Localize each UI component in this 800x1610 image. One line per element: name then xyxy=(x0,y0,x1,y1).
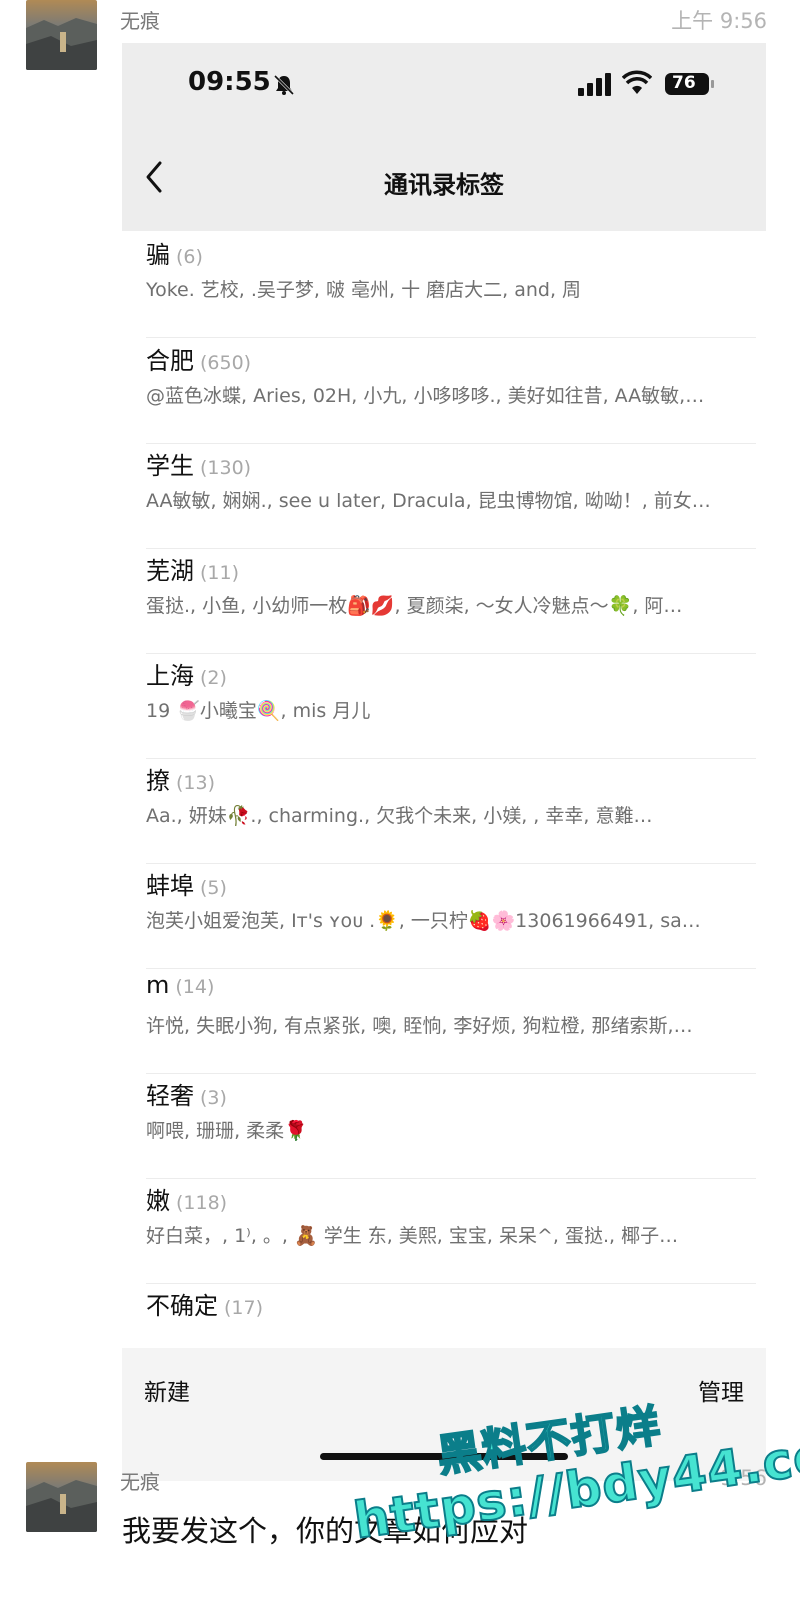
tag-title: 上海 (2) xyxy=(146,656,227,691)
tag-members: @蓝色冰蝶, Aries, 02H, 小九, 小哆哆哆., 美好如往昔, AA敏… xyxy=(146,385,705,407)
tag-row[interactable]: 蚌埠 (5) 泡芙小姐爱泡芙, Iт's ʏᴏᴜ .🌻, 一只柠🍓🌸1306196… xyxy=(146,862,756,969)
tag-count: (14) xyxy=(175,976,215,998)
tag-row[interactable]: 上海 (2) 19 🍧小曦宝🍭, mis 月儿 xyxy=(146,652,756,759)
tag-count: (2) xyxy=(200,667,227,689)
page-title: 通讯录标签 xyxy=(384,171,504,199)
tag-members: AA敏敏, 娴娴., see u later, Dracula, 昆虫博物馆, … xyxy=(146,490,711,512)
tag-members: 泡芙小姐爱泡芙, Iт's ʏᴏᴜ .🌻, 一只柠🍓🌸13061966491, … xyxy=(146,910,701,932)
tag-row[interactable]: 嫩 (118) 好白菜，, 1⁾, 。, 🧸 学生 东, 美熙, 宝宝, 呆呆^,… xyxy=(146,1177,756,1284)
tag-members: 啊喂, 珊珊, 柔柔🌹 xyxy=(146,1120,308,1142)
tag-title: 撩 (13) xyxy=(146,761,215,796)
tag-title: 不确定 (17) xyxy=(146,1286,263,1321)
tag-name: 轻奢 xyxy=(146,1082,194,1110)
tag-title: 芜湖 (11) xyxy=(146,551,239,586)
message-time: 上午 9:56 xyxy=(671,9,767,33)
tag-name: 合肥 xyxy=(146,347,194,375)
tag-name: 骗 xyxy=(146,241,170,269)
tag-title: 合肥 (650) xyxy=(146,341,251,376)
tag-title: 学生 (130) xyxy=(146,446,251,481)
tag-members: Yoke. 艺校, .吴子梦, 啵 亳州, 十 磨店大二, and, 周 xyxy=(146,279,582,301)
tag-title: 骗 (6) xyxy=(146,235,203,270)
tag-name: 撩 xyxy=(146,767,170,795)
tag-name: 嫩 xyxy=(146,1187,170,1215)
watermark: 黑料不打烊 https://bdy44.co xyxy=(349,1400,800,1565)
tag-title: 轻奢 (3) xyxy=(146,1076,227,1111)
tag-members: 许悦, 失眠小狗, 有点紧张, 噢, 眰恦, 李好烦, 狗粒橙, 那绪索斯,… xyxy=(146,1015,693,1037)
tag-count: (118) xyxy=(176,1192,228,1214)
status-time: 09:55 xyxy=(188,67,271,97)
tag-row[interactable]: 合肥 (650) @蓝色冰蝶, Aries, 02H, 小九, 小哆哆哆., 美好… xyxy=(146,337,756,444)
phone-status-bar: 09:55 76 xyxy=(122,43,766,127)
avatar[interactable] xyxy=(26,1462,97,1532)
tag-name: 不确定 xyxy=(146,1292,218,1320)
tag-row[interactable]: 轻奢 (3) 啊喂, 珊珊, 柔柔🌹 xyxy=(146,1072,756,1179)
tag-count: (17) xyxy=(224,1297,264,1319)
tag-count: (5) xyxy=(200,877,227,899)
avatar[interactable] xyxy=(26,0,97,70)
tag-row[interactable]: 不确定 (17) xyxy=(146,1282,756,1348)
tag-count: (3) xyxy=(200,1087,227,1109)
tag-row[interactable]: m (14) 许悦, 失眠小狗, 有点紧张, 噢, 眰恦, 李好烦, 狗粒橙, 那… xyxy=(146,967,756,1074)
tag-members: 蛋挞., 小鱼, 小幼师一枚🎒💋, 夏颜柒, ～女人冷魅点～🍀, 阿… xyxy=(146,595,683,617)
signal-icon xyxy=(578,73,611,96)
tag-name: m xyxy=(146,971,170,999)
bell-muted-icon xyxy=(273,74,295,96)
tag-name: 芜湖 xyxy=(146,557,194,585)
tag-row[interactable]: 学生 (130) AA敏敏, 娴娴., see u later, Dracula,… xyxy=(146,442,756,549)
tag-row[interactable]: 骗 (6) Yoke. 艺校, .吴子梦, 啵 亳州, 十 磨店大二, and, … xyxy=(146,231,756,338)
battery-level: 76 xyxy=(672,73,696,93)
tag-count: (13) xyxy=(176,772,216,794)
tag-title: 嫩 (118) xyxy=(146,1181,227,1216)
tag-list[interactable]: 骗 (6) Yoke. 艺校, .吴子梦, 啵 亳州, 十 磨店大二, and, … xyxy=(122,231,766,1348)
tag-count: (11) xyxy=(200,562,240,584)
sender-name: 无痕 xyxy=(120,1470,160,1494)
nav-bar: 通讯录标签 xyxy=(122,127,766,231)
tag-row[interactable]: 芜湖 (11) 蛋挞., 小鱼, 小幼师一枚🎒💋, 夏颜柒, ～女人冷魅点～🍀, … xyxy=(146,547,756,654)
tag-count: (650) xyxy=(200,352,252,374)
new-tag-button[interactable]: 新建 xyxy=(144,1373,190,1407)
tag-name: 蚌埠 xyxy=(146,872,194,900)
tag-count: (6) xyxy=(176,246,203,268)
tag-count: (130) xyxy=(200,457,252,479)
sender-name: 无痕 xyxy=(120,9,160,33)
tag-members: 好白菜，, 1⁾, 。, 🧸 学生 东, 美熙, 宝宝, 呆呆^, 蛋挞., 椰… xyxy=(146,1225,679,1247)
tag-name: 上海 xyxy=(146,662,194,690)
shared-screenshot[interactable]: 09:55 76 通讯录标签 骗 (6) Yoke. 艺校, .吴子梦, 啵 亳… xyxy=(122,43,766,1481)
tag-members: Aa., 妍妹🥀., charming., 欠我个未来, 小媄, , 幸幸, 意… xyxy=(146,805,653,827)
tag-title: m (14) xyxy=(146,971,214,999)
battery-icon: 76 xyxy=(664,72,716,96)
tag-members: 19 🍧小曦宝🍭, mis 月儿 xyxy=(146,700,371,722)
tag-name: 学生 xyxy=(146,452,194,480)
wifi-icon xyxy=(622,70,652,94)
tag-row[interactable]: 撩 (13) Aa., 妍妹🥀., charming., 欠我个未来, 小媄, ,… xyxy=(146,757,756,864)
tag-title: 蚌埠 (5) xyxy=(146,866,227,901)
manage-button[interactable]: 管理 xyxy=(698,1373,744,1407)
